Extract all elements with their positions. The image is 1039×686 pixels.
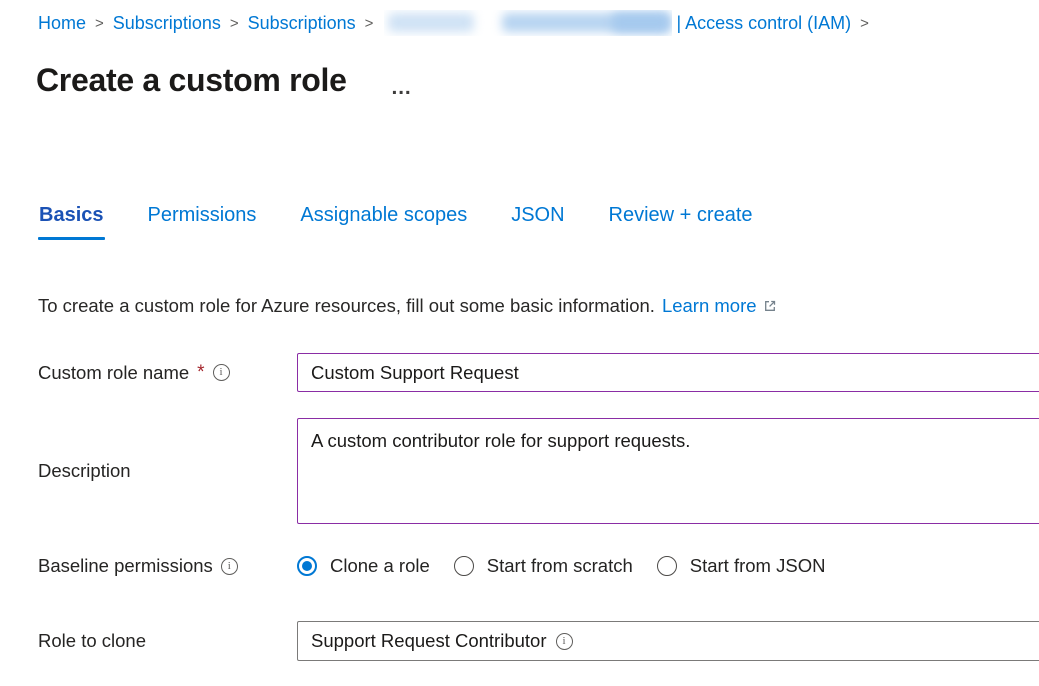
tab-bar: Basics Permissions Assignable scopes JSO… <box>38 202 1039 240</box>
custom-role-name-input[interactable] <box>297 353 1039 392</box>
baseline-permissions-row: Baseline permissions Clone a role Start … <box>38 555 1039 577</box>
learn-more-link[interactable]: Learn more <box>662 295 757 317</box>
info-icon[interactable] <box>221 558 238 575</box>
redaction-blur <box>388 13 474 32</box>
info-icon[interactable] <box>213 364 230 381</box>
radio-label: Start from JSON <box>690 555 826 577</box>
radio-label: Clone a role <box>330 555 430 577</box>
description-textarea[interactable]: A custom contributor role for support re… <box>297 418 1039 524</box>
basics-form: Custom role name * Description A custom … <box>38 353 1039 661</box>
external-link-icon <box>762 298 778 314</box>
page-header: Create a custom role … <box>36 60 1039 100</box>
required-asterisk: * <box>197 362 204 384</box>
role-to-clone-label: Role to clone <box>38 630 146 652</box>
tab-json[interactable]: JSON <box>510 202 565 240</box>
tab-permissions[interactable]: Permissions <box>147 202 258 240</box>
breadcrumb-subscriptions-2[interactable]: Subscriptions <box>248 13 356 34</box>
breadcrumb-separator: > <box>230 15 239 32</box>
tab-assignable-scopes[interactable]: Assignable scopes <box>299 202 468 240</box>
tab-review-create[interactable]: Review + create <box>608 202 754 240</box>
baseline-permissions-radio-group: Clone a role Start from scratch Start fr… <box>297 555 825 577</box>
breadcrumb-access-control-iam[interactable]: | Access control (IAM) <box>676 13 851 34</box>
breadcrumb-separator: > <box>860 15 869 32</box>
info-icon[interactable] <box>556 633 573 650</box>
breadcrumb-separator: > <box>95 15 104 32</box>
radio-option-clone-a-role[interactable]: Clone a role <box>297 555 430 577</box>
page-title: Create a custom role <box>36 60 347 100</box>
radio-option-start-from-scratch[interactable]: Start from scratch <box>454 555 633 577</box>
custom-role-name-label: Custom role name <box>38 362 189 384</box>
breadcrumb-home[interactable]: Home <box>38 13 86 34</box>
breadcrumb-subscriptions-1[interactable]: Subscriptions <box>113 13 221 34</box>
radio-unselected-icon[interactable] <box>454 556 474 576</box>
intro-text: To create a custom role for Azure resour… <box>38 295 655 317</box>
breadcrumb-separator: > <box>365 15 374 32</box>
more-options-button[interactable]: … <box>391 77 413 98</box>
intro-line: To create a custom role for Azure resour… <box>38 295 1039 317</box>
breadcrumb: Home > Subscriptions > Subscriptions > |… <box>0 0 1039 36</box>
role-to-clone-row: Role to clone Support Request Contributo… <box>38 621 1039 661</box>
radio-selected-icon[interactable] <box>297 556 317 576</box>
role-to-clone-value: Support Request Contributor <box>311 630 547 652</box>
breadcrumb-redacted-subscription-name[interactable] <box>384 10 672 36</box>
radio-unselected-icon[interactable] <box>657 556 677 576</box>
custom-role-name-row: Custom role name * <box>38 353 1039 392</box>
radio-option-start-from-json[interactable]: Start from JSON <box>657 555 826 577</box>
tab-basics[interactable]: Basics <box>38 202 105 240</box>
baseline-permissions-label: Baseline permissions <box>38 555 213 577</box>
redaction-blur <box>612 13 670 32</box>
role-to-clone-input[interactable]: Support Request Contributor <box>297 621 1039 661</box>
description-label: Description <box>38 460 131 482</box>
description-row: Description A custom contributor role fo… <box>38 418 1039 524</box>
radio-label: Start from scratch <box>487 555 633 577</box>
